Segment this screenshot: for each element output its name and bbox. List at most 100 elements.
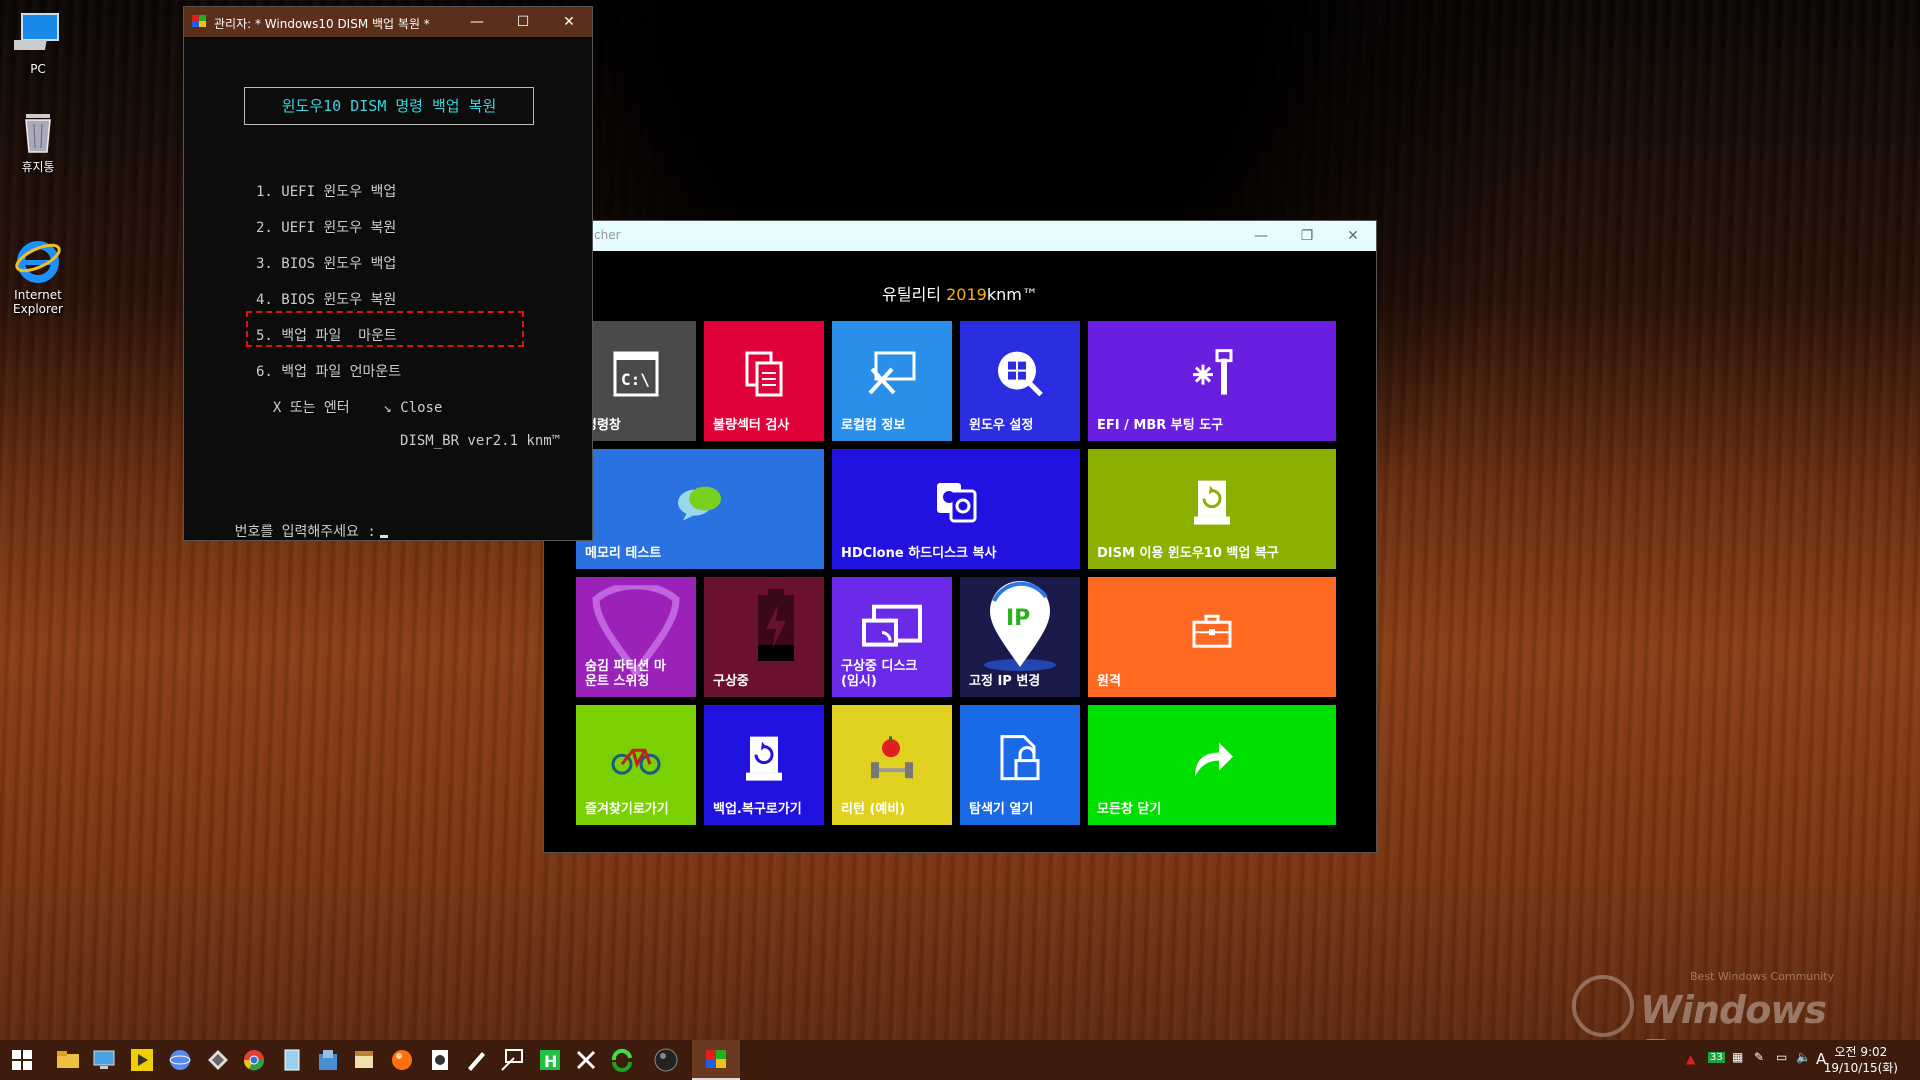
desktop-icon-pc[interactable]: PC xyxy=(0,10,76,76)
tile-label: 백업.복구로가기 xyxy=(713,802,802,817)
diamond-app-icon[interactable] xyxy=(204,1046,232,1074)
monitor-tray-icon[interactable]: ▭ xyxy=(1776,1050,1787,1064)
tile-label: 메모리 테스트 xyxy=(585,546,662,561)
tile-label: 구상중 디스크 (임시) xyxy=(841,659,918,689)
console-close-button[interactable]: ✕ xyxy=(546,7,592,37)
console-taskbar-icon[interactable] xyxy=(692,1040,740,1080)
svg-text:IP: IP xyxy=(1006,606,1030,631)
network-warning-icon[interactable]: ▲ xyxy=(1686,1052,1695,1066)
tile-label: 탐색기 열기 xyxy=(969,802,1034,817)
tile-close-all-windows[interactable]: 모든창 닫기 xyxy=(1088,705,1336,825)
tile-bad-sector-check[interactable]: 불량섹터 검사 xyxy=(704,321,824,441)
tile-open-explorer[interactable]: 탐색기 열기 xyxy=(960,705,1080,825)
h-app-icon[interactable]: H xyxy=(536,1046,564,1074)
cast-icon xyxy=(860,604,924,659)
close-button[interactable]: ✕ xyxy=(1330,221,1376,251)
lock-file-icon xyxy=(998,733,1042,787)
tray-badge[interactable]: 33 xyxy=(1708,1052,1725,1063)
tile-planning-1[interactable]: 구상중 xyxy=(704,577,824,697)
tile-label: 리턴 (예비) xyxy=(841,802,906,817)
media-player-icon[interactable] xyxy=(128,1046,156,1074)
orange-ball-icon[interactable] xyxy=(388,1046,416,1074)
windows-logo-icon xyxy=(12,1050,32,1070)
tile-memory-test[interactable]: 메모리 테스트 xyxy=(576,449,824,569)
tile-windows-settings[interactable]: 윈도우 설정 xyxy=(960,321,1080,441)
chrome-icon[interactable] xyxy=(240,1046,268,1074)
launcher-heading: 유틸리티 2019knm™ xyxy=(882,285,1038,304)
tile-label: 구상중 xyxy=(713,674,749,689)
tile-label: DISM 이용 윈도우10 백업 복구 xyxy=(1097,546,1279,561)
tile-static-ip-change[interactable]: IP 고정 IP 변경 xyxy=(960,577,1080,697)
battery-icon xyxy=(756,589,796,669)
desktop-icon-recycle-bin[interactable]: 휴지통 xyxy=(0,108,76,174)
tile-local-computer-info[interactable]: 로컬컴 정보 xyxy=(832,321,952,441)
tile-label: 불량섹터 검사 xyxy=(713,418,790,433)
tile-label: HDClone 하드디스크 복사 xyxy=(841,546,997,561)
console-minimize-button[interactable]: — xyxy=(454,7,500,37)
launcher-window: cher — ❐ ✕ 유틸리티 2019knm™ C:\ 명령창 불량섹터 검사… xyxy=(543,220,1377,853)
tile-label: EFI / MBR 부팅 도구 xyxy=(1097,418,1224,433)
network-icon[interactable]: ▦ xyxy=(1732,1050,1743,1064)
tile-label: 원격 xyxy=(1097,674,1121,689)
refresh-icon[interactable] xyxy=(608,1046,636,1074)
drive-restore-icon xyxy=(1192,477,1232,531)
disk-tool-icon[interactable] xyxy=(426,1046,454,1074)
tile-label: 윈도우 설정 xyxy=(969,418,1034,433)
pen-tool-icon[interactable] xyxy=(462,1046,490,1074)
menu-item-4: 4. BIOS 윈도우 복원 xyxy=(256,292,397,308)
tile-label: 모든창 닫기 xyxy=(1097,802,1162,817)
menu-item-3: 3. BIOS 윈도우 백업 xyxy=(256,256,397,272)
menu-item-1: 1. UEFI 윈도우 백업 xyxy=(256,184,397,200)
launcher-titlebar[interactable]: cher — ❐ ✕ xyxy=(544,221,1376,251)
tile-command-prompt[interactable]: C:\ 명령창 xyxy=(576,321,696,441)
clock[interactable]: 오전 9:02 19/10/15(화) xyxy=(1824,1044,1898,1076)
taskbar: H ▲ 33 ▦ ✎ ▭ 🔈 A 오전 9:02 19/10/15(화) xyxy=(0,1040,1920,1080)
notepad-icon[interactable] xyxy=(278,1046,306,1074)
desktop-icon-label: Internet Explorer xyxy=(13,288,63,316)
ip-pin-icon: IP xyxy=(980,579,1060,679)
svg-text:H: H xyxy=(544,1052,557,1071)
tile-return-spare[interactable]: 리턴 (예비) xyxy=(832,705,952,825)
file-explorer-icon[interactable] xyxy=(54,1046,82,1074)
desktop-icon-internet-explorer[interactable]: Internet Explorer xyxy=(0,208,76,330)
repair-icon xyxy=(1189,349,1235,403)
scissors-icon[interactable] xyxy=(572,1046,600,1074)
start-button[interactable] xyxy=(12,1050,32,1070)
console-window: 관리자: * Windows10 DISM 백업 복원 * — ☐ ✕ 윈도우1… xyxy=(183,6,593,541)
volume-icon[interactable]: 🔈 xyxy=(1796,1050,1811,1064)
dark-ball-icon[interactable] xyxy=(652,1046,680,1074)
tile-dism-backup-restore[interactable]: DISM 이용 윈도우10 백업 복구 xyxy=(1088,449,1336,569)
tile-planning-disk[interactable]: 구상중 디스크 (임시) xyxy=(832,577,952,697)
windows-forum-logo xyxy=(1572,975,1634,1037)
console-prompt: 번호를 입력해주세요 : xyxy=(184,505,388,557)
forward-arrow-icon xyxy=(1189,739,1235,783)
clock-date: 19/10/15(화) xyxy=(1823,1061,1898,1075)
tile-remote[interactable]: 원격 xyxy=(1088,577,1336,697)
tools-icon xyxy=(866,351,918,401)
windows-search-icon xyxy=(995,349,1045,403)
minimize-button[interactable]: — xyxy=(1238,221,1284,251)
tile-label: 숨김 파티션 마 운트 스위칭 xyxy=(585,659,666,689)
console-title: 관리자: * Windows10 DISM 백업 복원 * xyxy=(214,17,430,31)
tools-taskbar-icon[interactable] xyxy=(498,1046,526,1074)
package-icon[interactable] xyxy=(314,1046,342,1074)
pen-tray-icon[interactable]: ✎ xyxy=(1754,1050,1764,1064)
bicycle-icon xyxy=(611,742,661,780)
document-icon xyxy=(741,351,787,401)
menu-item-2: 2. UEFI 윈도우 복원 xyxy=(256,220,397,236)
tile-hdclone[interactable]: HDClone 하드디스크 복사 xyxy=(832,449,1080,569)
tile-go-favorites[interactable]: 즐겨찾기로가기 xyxy=(576,705,696,825)
console-maximize-button[interactable]: ☐ xyxy=(500,7,546,37)
restore-button[interactable]: ❐ xyxy=(1284,221,1330,251)
tile-hidden-partition-mount[interactable]: 숨김 파티션 마 운트 스위칭 xyxy=(576,577,696,697)
recycle-bin-icon xyxy=(14,108,62,156)
tile-go-backup-restore[interactable]: 백업.복구로가기 xyxy=(704,705,824,825)
tile-efi-mbr-boot-tool[interactable]: EFI / MBR 부팅 도구 xyxy=(1088,321,1336,441)
computer-taskbar-icon[interactable] xyxy=(90,1046,118,1074)
console-box-title: 윈도우10 DISM 명령 백업 복원 xyxy=(244,87,534,125)
box-app-icon[interactable] xyxy=(350,1046,378,1074)
console-titlebar[interactable]: 관리자: * Windows10 DISM 백업 복원 * — ☐ ✕ xyxy=(184,7,592,37)
tile-label: 로컬컴 정보 xyxy=(841,418,906,433)
menu-item-5: 5. 백업 파일 마운트 xyxy=(256,328,397,344)
globe-app-icon[interactable] xyxy=(166,1046,194,1074)
